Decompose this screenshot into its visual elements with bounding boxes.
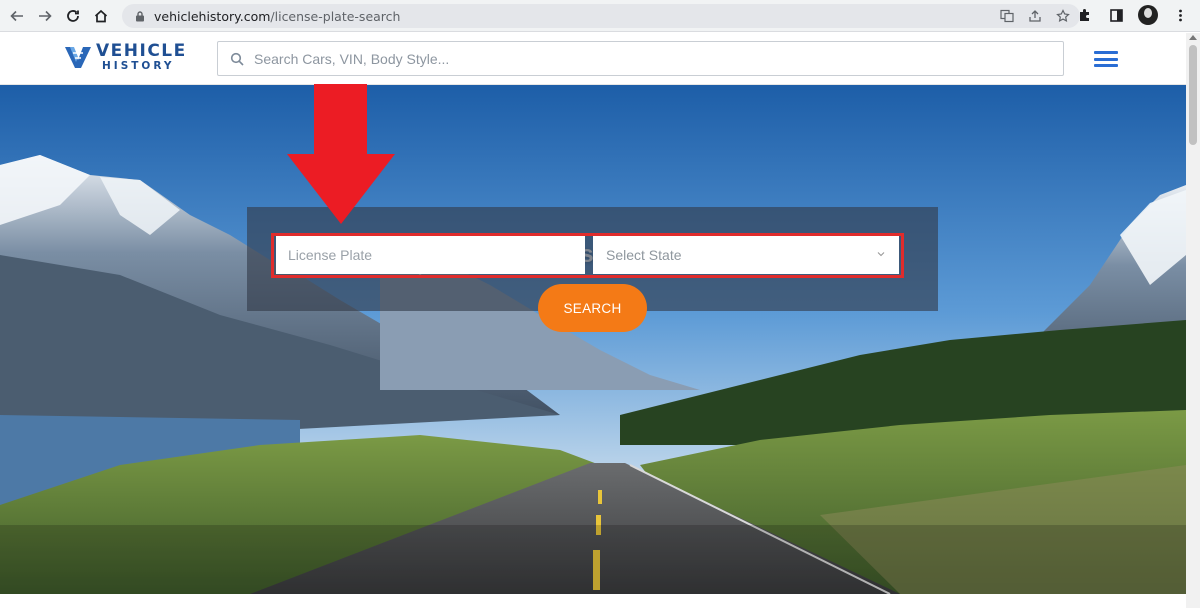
share-icon[interactable] (1026, 7, 1044, 25)
lock-icon (136, 11, 144, 22)
site-search-input[interactable] (254, 43, 1034, 74)
more-menu-icon[interactable] (1170, 5, 1190, 25)
state-select-value: Select State (606, 247, 682, 263)
page-bottom-strip (0, 594, 1186, 608)
hamburger-menu-icon[interactable] (1094, 51, 1118, 67)
bookmark-star-icon[interactable] (1054, 7, 1072, 25)
search-button[interactable]: SEARCH (538, 284, 647, 332)
state-select[interactable]: Select State (593, 236, 899, 274)
address-url: vehiclehistory.com/license-plate-search (154, 8, 401, 24)
scroll-up-arrow-icon[interactable] (1189, 35, 1197, 40)
hero-landscape-image (0, 85, 1186, 594)
page-scrollbar[interactable] (1186, 33, 1200, 608)
forward-icon[interactable] (34, 5, 56, 27)
chevron-down-icon (877, 252, 885, 257)
site-header: VEHICLE HISTORY (0, 33, 1186, 85)
hero-section: Vehicle License Plate Search (0, 85, 1186, 594)
reload-icon[interactable] (62, 5, 84, 27)
vehicle-history-logo[interactable]: VEHICLE HISTORY (64, 43, 187, 72)
logo-mark-icon (65, 47, 91, 69)
address-bar[interactable]: vehiclehistory.com/license-plate-search (122, 4, 1080, 28)
extensions-puzzle-icon[interactable] (1074, 5, 1094, 25)
search-icon (230, 52, 244, 66)
translate-icon[interactable] (998, 7, 1016, 25)
site-search-box (217, 41, 1064, 76)
browser-toolbar: vehiclehistory.com/license-plate-search (0, 0, 1200, 32)
side-panel-icon[interactable] (1106, 5, 1126, 25)
profile-avatar[interactable] (1138, 5, 1158, 25)
logo-text-history: HISTORY (102, 60, 175, 72)
scrollbar-thumb[interactable] (1189, 45, 1197, 145)
back-icon[interactable] (6, 5, 28, 27)
license-plate-input[interactable] (276, 236, 585, 274)
logo-text-vehicle: VEHICLE (96, 41, 187, 61)
home-icon[interactable] (90, 5, 112, 27)
red-arrow-annotation-icon (287, 84, 395, 224)
